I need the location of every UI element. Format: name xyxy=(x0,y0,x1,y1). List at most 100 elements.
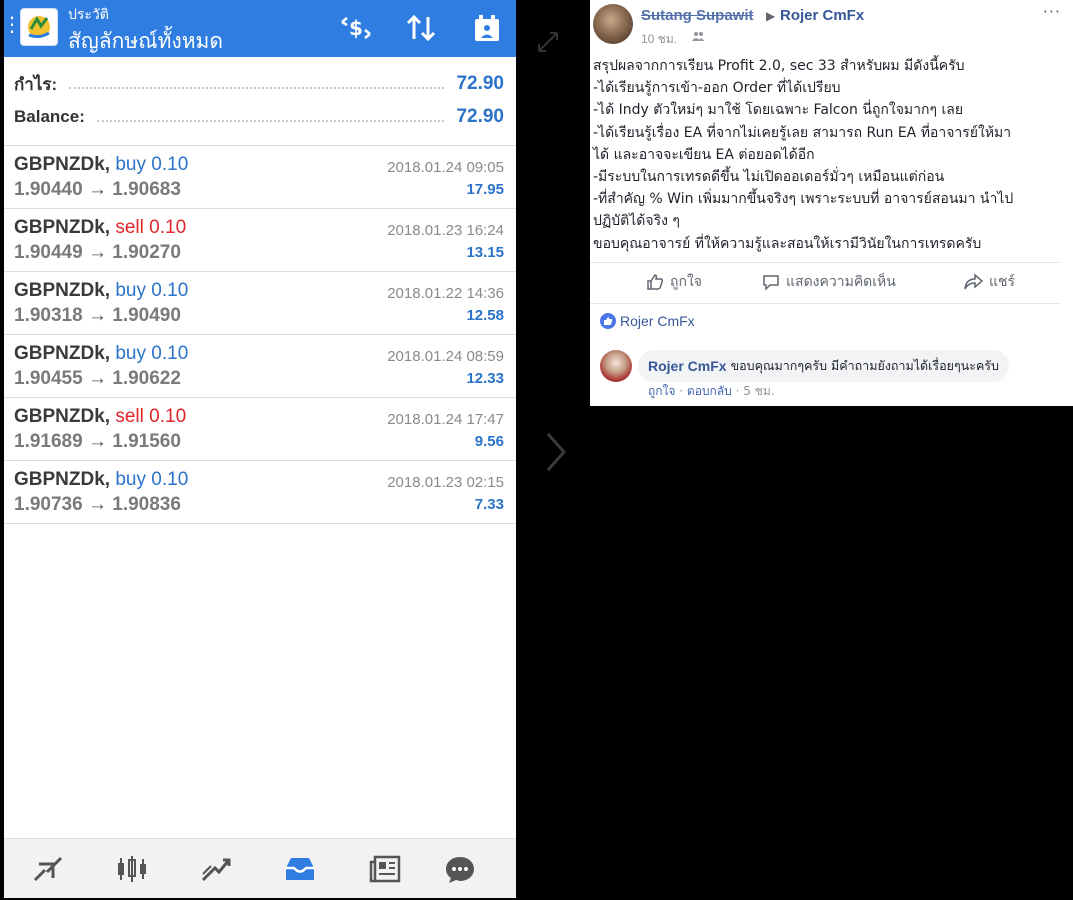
comment-bubble: Rojer CmFx ขอบคุณมากๆครับ มีคำถามยังถามไ… xyxy=(638,350,1009,382)
post-author[interactable]: Sutang Supawit xyxy=(641,7,754,24)
comment-time[interactable]: 5 ชม. xyxy=(743,384,774,398)
chevron-right-icon[interactable] xyxy=(540,430,570,474)
comment-icon xyxy=(763,275,779,291)
trade-symbol: GBPNZDk, xyxy=(14,217,111,238)
trade-volume: 0.10 xyxy=(149,217,187,238)
arrow-right-icon: → xyxy=(87,179,107,200)
post-line: ได้ และอาจจะเขียน EA ต่อยอดได้อีก xyxy=(593,146,815,163)
trade-profit: 12.33 xyxy=(466,370,504,387)
separator: · xyxy=(679,384,684,398)
profit-value: 72.90 xyxy=(456,73,504,94)
trade-volume: 0.10 xyxy=(151,469,189,490)
close-price: 1.90270 xyxy=(112,242,181,263)
dotted-leader xyxy=(96,120,445,122)
app-header: ⋮ ประวัติ สัญลักษณ์ทั้งหมด $ xyxy=(4,0,516,57)
trade-row[interactable]: GBPNZDk, buy 0.10 1.90318 → 1.90490 2018… xyxy=(4,272,516,335)
comment-item: Rojer CmFx ขอบคุณมากๆครับ มีคำถามยังถามไ… xyxy=(600,349,1060,406)
balance-value: 72.90 xyxy=(456,106,504,127)
chat-icon[interactable] xyxy=(440,851,480,887)
trade-time: 2018.01.24 17:47 xyxy=(387,411,504,428)
comment-button[interactable]: แสดงความคิดเห็น xyxy=(762,271,896,293)
share-label: แชร์ xyxy=(989,274,1016,290)
likes-names[interactable]: Rojer CmFx xyxy=(620,313,695,329)
close-price: 1.90490 xyxy=(112,305,181,326)
arrow-right-icon: → xyxy=(87,242,107,263)
post-line: -ได้เรียนรู้เรื่อง EA ที่จากไม่เคยรู้เลย… xyxy=(593,124,1012,141)
trade-volume: 0.10 xyxy=(151,154,189,175)
share-icon xyxy=(964,273,983,290)
trade-row[interactable]: GBPNZDk, sell 0.10 1.90449 → 1.90270 201… xyxy=(4,209,516,272)
deposit-withdraw-icon[interactable]: $ xyxy=(336,10,376,46)
trade-row[interactable]: GBPNZDk, buy 0.10 1.90455 → 1.90622 2018… xyxy=(4,335,516,398)
close-price: 1.91560 xyxy=(112,431,181,452)
comment-author[interactable]: Rojer CmFx xyxy=(648,358,727,374)
trade-row[interactable]: GBPNZDk, buy 0.10 1.90736 → 1.90836 2018… xyxy=(4,461,516,524)
trade-symbol: GBPNZDk, xyxy=(14,154,111,175)
chart-icon[interactable] xyxy=(112,851,152,887)
arrow-right-icon: → xyxy=(87,494,107,515)
trade-title: GBPNZDk, buy 0.10 xyxy=(14,280,188,302)
trade-title: GBPNZDk, sell 0.10 xyxy=(14,406,186,428)
profit-row: กำไร: 72.90 xyxy=(14,70,504,98)
comment-reply-link[interactable]: ตอบกลับ xyxy=(687,384,732,398)
mt4-history-screen: ⋮ ประวัติ สัญลักษณ์ทั้งหมด $ กำไร: 72.90… xyxy=(4,0,516,898)
trade-time: 2018.01.23 02:15 xyxy=(387,474,504,491)
like-button[interactable]: ถูกใจ xyxy=(646,271,702,293)
header-title[interactable]: สัญลักษณ์ทั้งหมด xyxy=(68,25,223,58)
close-price: 1.90622 xyxy=(112,368,181,389)
more-options-icon[interactable]: ··· xyxy=(1043,2,1061,21)
trade-row[interactable]: GBPNZDk, buy 0.10 1.90440 → 1.90683 2018… xyxy=(4,146,516,209)
calendar-period-icon[interactable] xyxy=(467,10,507,46)
comment-label: แสดงความคิดเห็น xyxy=(786,274,896,290)
close-price: 1.90683 xyxy=(112,179,181,200)
trade-profit: 7.33 xyxy=(474,496,504,513)
post-time[interactable]: 10 ชม. xyxy=(641,30,677,49)
trade-side: buy xyxy=(115,343,146,364)
trade-title: GBPNZDk, buy 0.10 xyxy=(14,469,188,491)
share-button[interactable]: แชร์ xyxy=(963,271,1015,293)
post-line: -ที่สำคัญ % Win เพิ่มมากขึ้นจริงๆ เพราะร… xyxy=(593,191,1014,208)
trade-title: GBPNZDk, buy 0.10 xyxy=(14,343,188,365)
sort-icon[interactable] xyxy=(401,10,441,46)
trade-volume: 0.10 xyxy=(151,343,189,364)
comment-actions: ถูกใจ · ตอบกลับ · 5 ชม. xyxy=(648,382,775,401)
trade-prices: 1.90455 → 1.90622 xyxy=(14,368,181,390)
avatar[interactable] xyxy=(600,350,632,382)
trade-title: GBPNZDk, buy 0.10 xyxy=(14,154,188,176)
post-line: -มีระบบในการเทรดดีขึ้น ไม่เปิดออเดอร์มั่… xyxy=(593,169,945,186)
trade-icon[interactable] xyxy=(196,851,236,887)
audience-friends-icon[interactable] xyxy=(692,31,704,44)
likes-summary[interactable]: Rojer CmFx xyxy=(600,313,695,329)
dotted-leader xyxy=(69,87,445,89)
comment-like-link[interactable]: ถูกใจ xyxy=(648,384,675,398)
trade-row[interactable]: GBPNZDk, sell 0.10 1.91689 → 1.91560 201… xyxy=(4,398,516,461)
trade-time: 2018.01.22 14:36 xyxy=(387,285,504,302)
post-line: -ได้เรียนรู้การเข้า-ออก Order ที่ได้เปรี… xyxy=(593,80,841,97)
trade-time: 2018.01.24 09:05 xyxy=(387,159,504,176)
thumbs-up-icon xyxy=(647,274,664,290)
like-reaction-icon xyxy=(600,313,616,329)
post-target[interactable]: Rojer CmFx xyxy=(780,7,864,24)
avatar[interactable] xyxy=(593,4,633,44)
separator: · xyxy=(735,384,740,398)
expand-icon[interactable] xyxy=(536,30,560,54)
trade-prices: 1.90318 → 1.90490 xyxy=(14,305,181,327)
balance-row: Balance: 72.90 xyxy=(14,103,504,131)
arrow-right-icon: → xyxy=(87,368,107,389)
trade-side: sell xyxy=(115,217,144,238)
trade-profit: 9.56 xyxy=(474,433,504,450)
history-icon[interactable] xyxy=(280,851,320,887)
open-price: 1.90455 xyxy=(14,368,83,389)
facebook-post: Sutang Supawit ▶ Rojer CmFx 10 ชม. ··· ส… xyxy=(590,0,1073,406)
trade-side: buy xyxy=(115,280,146,301)
open-price: 1.90318 xyxy=(14,305,83,326)
news-icon[interactable] xyxy=(366,851,406,887)
trade-profit: 12.58 xyxy=(466,307,504,324)
trade-side: buy xyxy=(115,469,146,490)
trade-side: buy xyxy=(115,154,146,175)
quotes-icon[interactable] xyxy=(28,851,68,887)
trade-symbol: GBPNZDk, xyxy=(14,343,111,364)
trade-side: sell xyxy=(115,406,144,427)
trade-volume: 0.10 xyxy=(151,280,189,301)
post-line: ปฏิบัติได้จริง ๆ xyxy=(593,213,680,230)
